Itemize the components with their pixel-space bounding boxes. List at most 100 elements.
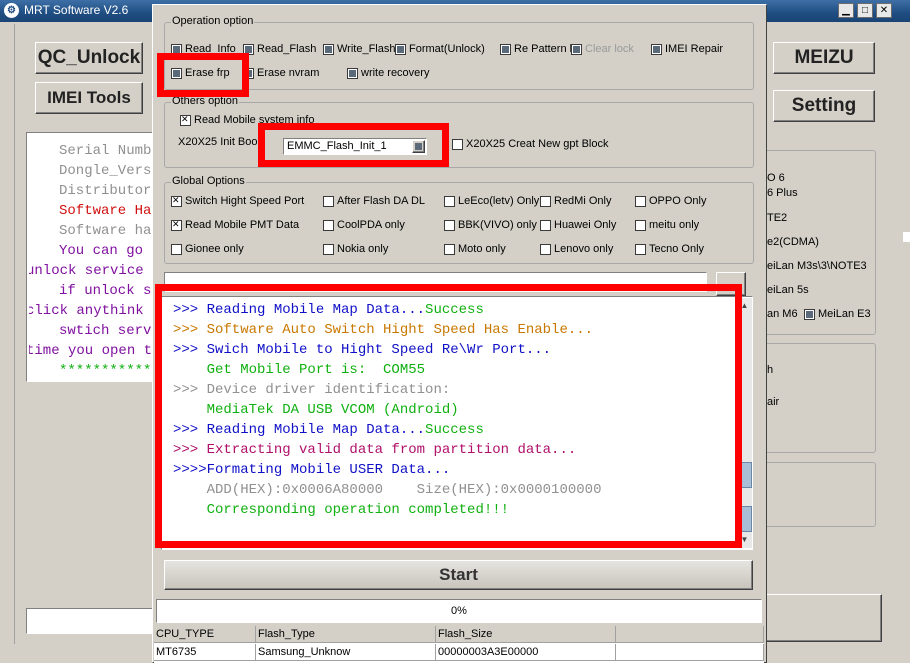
init-boot-label: X20X25 Init Boo <box>178 136 258 148</box>
right-action-button[interactable] <box>766 594 882 642</box>
model-item[interactable]: h <box>767 364 773 376</box>
global-option-item[interactable]: Gionee only <box>171 243 244 255</box>
table-cell[interactable]: 00000003A3E00000 <box>436 644 616 661</box>
model-item[interactable]: eiLan M3s\3\NOTE3 <box>767 260 867 272</box>
checkbox-icon <box>635 195 646 207</box>
progress-bar: 0% <box>156 599 762 623</box>
right-group-2 <box>764 343 876 453</box>
model-item[interactable]: 6 Plus <box>767 187 798 199</box>
minimize-icon[interactable]: ▁ <box>838 3 854 18</box>
checkbox-icon <box>571 43 582 55</box>
operation-option-item[interactable]: Format(Unlock) <box>395 43 485 55</box>
info-line: Software ha <box>59 223 152 239</box>
left-status-field <box>26 608 156 634</box>
checkbox-icon <box>171 194 182 207</box>
table-header <box>616 626 764 643</box>
highlight-erase-frp <box>157 53 249 97</box>
global-option-item[interactable]: Switch Hight Speed Port <box>171 194 304 207</box>
right-group-3 <box>764 462 876 527</box>
model-item[interactable]: an M6 <box>767 308 798 320</box>
info-line: swtich serv <box>59 323 152 339</box>
table-cell[interactable]: MT6735 <box>154 644 256 661</box>
checkbox-icon <box>540 243 551 255</box>
checkbox-icon <box>395 43 406 55</box>
model-item[interactable]: air <box>767 396 779 408</box>
info-line: Serial Numb <box>59 143 152 159</box>
operation-option-item[interactable]: Clear lock <box>571 43 634 55</box>
imei-tools-button[interactable]: IMEI Tools <box>35 82 143 114</box>
checkbox-icon <box>635 243 646 255</box>
global-option-item[interactable]: After Flash DA DL <box>323 195 425 207</box>
info-line: if unlock s <box>59 283 152 299</box>
info-line: time you open t <box>29 343 153 359</box>
table-cell[interactable]: Samsung_Unknow <box>256 644 436 661</box>
gear-icon: ⚙ <box>4 3 19 18</box>
checkbox-icon <box>323 195 334 207</box>
info-line: Software Ha <box>59 203 152 219</box>
checkbox-icon <box>323 243 334 255</box>
model-item[interactable]: MeiLan E3 <box>804 308 871 320</box>
operation-option-group: Operation option <box>164 15 754 90</box>
operation-option-item[interactable]: Erase nvram <box>243 67 319 79</box>
checkbox-icon <box>171 218 182 231</box>
checkbox-icon <box>171 243 182 255</box>
info-line: unlock service <box>29 263 144 279</box>
checkbox-icon <box>444 195 455 207</box>
operation-option-item[interactable]: IMEI Repair <box>651 43 723 55</box>
table-header: Flash_Type <box>256 626 436 643</box>
checkbox-icon <box>651 43 662 55</box>
others-option-group: Others option <box>164 95 754 168</box>
setting-button[interactable]: Setting <box>773 90 875 122</box>
global-option-item[interactable]: LeEco(letv) Only <box>444 195 539 207</box>
checkbox-icon <box>323 43 334 55</box>
global-option-item[interactable]: Read Mobile PMT Data <box>171 218 299 231</box>
info-line: You can go <box>59 243 144 259</box>
global-option-item[interactable]: Huawei Only <box>540 219 616 231</box>
checkbox-icon <box>804 308 815 320</box>
operation-option-item[interactable]: write recovery <box>347 67 429 79</box>
checkbox-icon <box>540 195 551 207</box>
global-option-item[interactable]: Nokia only <box>323 243 388 255</box>
operation-option-item[interactable]: Read_Flash <box>243 43 316 55</box>
global-option-item[interactable]: RedMi Only <box>540 195 611 207</box>
meizu-button[interactable]: MEIZU <box>773 42 875 74</box>
checkbox-icon <box>444 219 455 231</box>
close-icon[interactable]: ✕ <box>876 3 892 18</box>
checkbox-icon <box>347 67 358 79</box>
info-line: ************ <box>59 363 156 379</box>
model-item[interactable]: O 6 <box>767 172 785 184</box>
global-option-item[interactable]: OPPO Only <box>635 195 706 207</box>
global-option-item[interactable]: BBK(VIVO) only <box>444 219 537 231</box>
global-option-item[interactable]: meitu only <box>635 219 699 231</box>
table-header: Flash_Size <box>436 626 616 643</box>
maximize-icon[interactable]: □ <box>857 3 873 18</box>
global-options-label: Global Options <box>171 175 246 187</box>
global-option-item[interactable]: Tecno Only <box>635 243 704 255</box>
checkbox-icon <box>452 138 463 150</box>
table-header: CPU_TYPE <box>154 626 256 643</box>
highlight-init-select <box>258 123 449 167</box>
info-line: Distributor <box>59 183 152 199</box>
checkbox-icon <box>323 219 334 231</box>
checkbox-icon <box>180 113 191 126</box>
operation-option-item[interactable]: Write_Flash <box>323 43 395 55</box>
creat-gpt-checkbox[interactable]: X20X25 Creat New gpt Block <box>452 138 608 150</box>
qc-unlock-button[interactable]: QC_Unlock <box>35 42 143 74</box>
operation-option-label: Operation option <box>171 15 255 27</box>
model-item[interactable]: e2(CDMA) <box>767 236 819 248</box>
start-button[interactable]: Start <box>164 560 753 590</box>
operation-option-item[interactable]: Re Pattern lo <box>500 43 578 55</box>
window-title: MRT Software V2.6 <box>24 3 129 17</box>
table-cell[interactable] <box>616 644 764 661</box>
progress-label: 0% <box>451 605 467 617</box>
highlight-log <box>155 284 742 548</box>
global-option-item[interactable]: Moto only <box>444 243 506 255</box>
checkbox-icon <box>444 243 455 255</box>
model-item[interactable]: TE2 <box>767 212 787 224</box>
checkbox-icon <box>540 219 551 231</box>
model-item[interactable]: eiLan 5s <box>767 284 809 296</box>
info-line: Dongle_Vers <box>59 163 152 179</box>
global-option-item[interactable]: CoolPDA only <box>323 219 405 231</box>
info-table: CPU_TYPE Flash_Type Flash_Size MT6735 Sa… <box>154 626 764 663</box>
global-option-item[interactable]: Lenovo only <box>540 243 613 255</box>
